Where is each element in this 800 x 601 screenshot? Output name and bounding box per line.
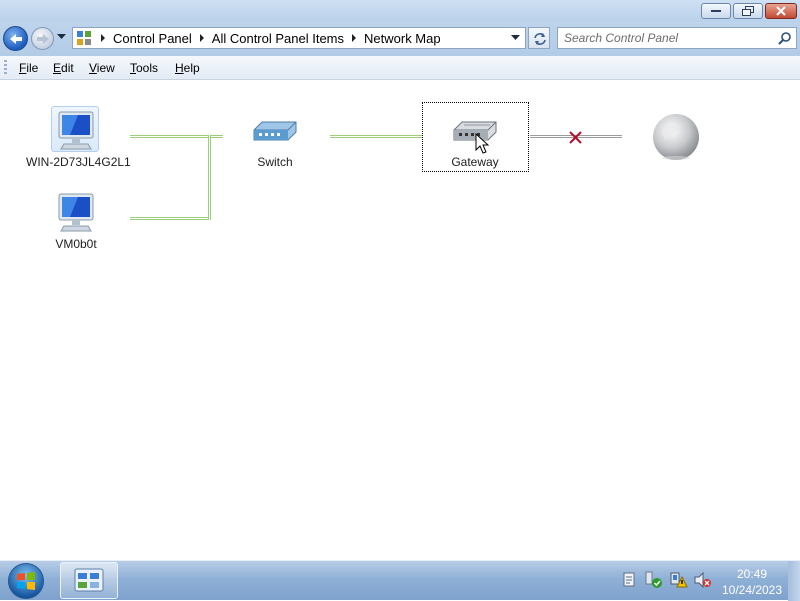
breadcrumb-separator[interactable] [352,34,357,42]
menu-edit[interactable]: Edit [53,61,74,75]
network-map: WIN-2D73JL4G2L1 VM0b0t Switch Gateway [0,80,800,560]
search-input[interactable] [564,30,770,46]
forward-arrow-icon [36,33,49,44]
show-desktop-button[interactable] [788,561,800,601]
breadcrumb: Control Panel All Control Panel Items Ne… [97,28,445,48]
computer-label: VM0b0t [55,237,97,251]
menu-view[interactable]: View [89,61,115,75]
breadcrumb-control-panel[interactable]: Control Panel [109,31,196,46]
search-box[interactable] [557,27,797,49]
security-check-icon[interactable] [645,571,663,589]
computer-label: WIN-2D73JL4G2L1 [26,155,131,169]
globe-icon [653,114,699,160]
menu-edit-label: dit [61,61,74,75]
back-arrow-icon [9,33,22,44]
clock-date: 10/24/2023 [721,583,783,597]
menu-view-label: iew [96,61,115,75]
menu-grip [4,60,7,75]
computer-icon [58,111,94,150]
computer-node-2[interactable]: VM0b0t [26,190,126,251]
menu-tools[interactable]: Tools [130,61,158,75]
menu-view-accel: V [89,61,97,75]
menu-file-label: ile [26,61,39,75]
internet-node[interactable] [648,112,704,165]
switch-node[interactable]: Switch [235,114,315,169]
close-icon [776,6,786,16]
menu-tools-label: ools [136,61,159,75]
menu-help-label: elp [183,61,200,75]
link-computer2-switch [130,217,211,220]
menu-help-accel: H [175,61,184,75]
navigation-bar: Control Panel All Control Panel Items Ne… [0,22,800,56]
clock-time: 20:49 [736,567,768,581]
forward-button[interactable] [31,27,54,50]
control-panel-icon [77,31,91,45]
link-junction [208,135,211,220]
menu-edit-accel: E [53,61,62,75]
breadcrumb-separator[interactable] [199,34,204,42]
breadcrumb-network-map[interactable]: Network Map [360,31,445,46]
action-center-icon[interactable] [622,572,636,588]
clock[interactable]: 20:49 10/24/2023 [716,566,788,598]
switch-label: Switch [257,155,293,169]
link-switch-gateway [330,135,423,138]
x-icon [569,131,582,144]
computer-node-1[interactable]: WIN-2D73JL4G2L1 [26,108,131,169]
computer-icon [58,193,94,232]
restore-icon [742,6,754,16]
refresh-button[interactable] [528,27,550,49]
maximize-button[interactable] [733,3,763,19]
close-button[interactable] [765,3,797,19]
minimize-button[interactable] [701,3,731,19]
menu-bar: File Edit View Tools Help [0,56,800,80]
switch-icon [253,121,297,141]
volume-muted-icon[interactable] [694,572,712,588]
menu-file[interactable]: File [19,61,38,75]
breadcrumb-separator[interactable] [101,34,105,42]
title-bar [0,0,800,22]
network-warning-icon[interactable] [670,571,688,589]
mouse-cursor-icon [475,133,489,154]
breadcrumb-all-items[interactable]: All Control Panel Items [208,31,348,46]
address-bar[interactable]: Control Panel All Control Panel Items Ne… [72,27,526,49]
network-window-icon [74,568,104,592]
address-dropdown-icon[interactable] [511,35,520,41]
search-icon[interactable] [778,31,792,45]
minimize-icon [711,10,721,12]
menu-help[interactable]: Help [175,61,200,75]
gateway-label: Gateway [451,155,499,169]
taskbar: 20:49 10/24/2023 [0,560,800,601]
back-button[interactable] [3,26,28,51]
taskbar-control-panel[interactable] [60,562,118,599]
recent-pages-dropdown-icon[interactable] [57,34,66,40]
windows-logo-icon [17,572,35,590]
start-button[interactable] [8,563,44,599]
refresh-icon [534,33,546,45]
